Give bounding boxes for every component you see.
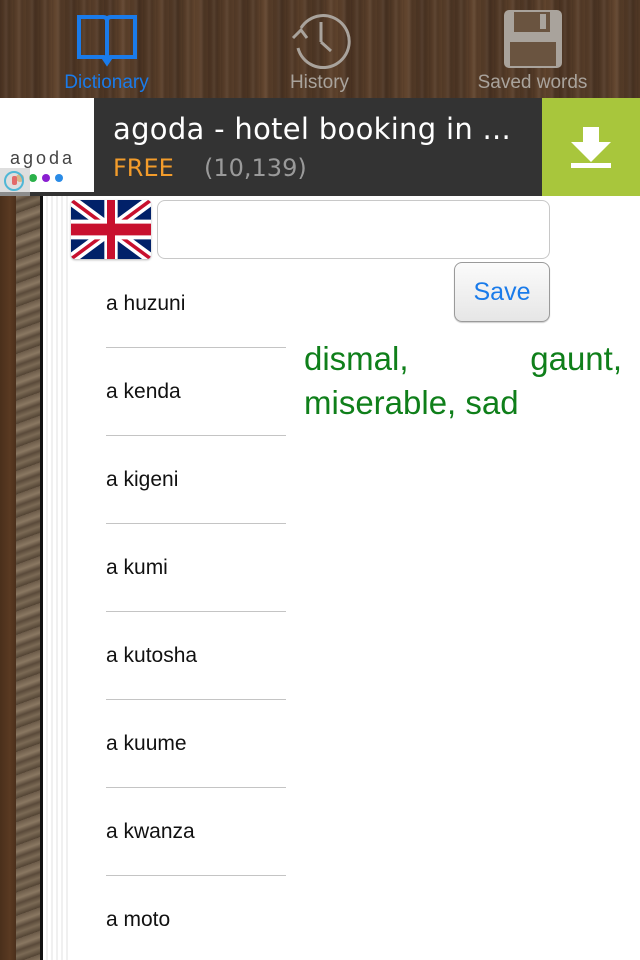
tab-dictionary[interactable]: Dictionary <box>0 0 213 98</box>
save-button[interactable]: Save <box>454 262 550 322</box>
logo-dot <box>29 174 37 182</box>
word-list: a huzuni a kenda a kigeni a kumi a kutos… <box>106 260 286 960</box>
book-icon <box>76 8 138 70</box>
language-flag-uk[interactable] <box>71 200 151 259</box>
ad-price: FREE <box>113 154 174 182</box>
word-list-item[interactable]: a moto <box>106 876 286 960</box>
ad-download-button[interactable] <box>542 98 640 196</box>
ad-choices-icon[interactable] <box>0 168 30 196</box>
logo-dot <box>42 174 50 182</box>
book-page-edges <box>43 196 68 960</box>
word-list-item[interactable]: a kuume <box>106 700 286 788</box>
ad-banner[interactable]: agoda agoda - hotel booking in ... FREE … <box>0 98 640 196</box>
tab-history[interactable]: History <box>213 0 426 98</box>
ad-title: agoda - hotel booking in ... <box>113 112 512 146</box>
word-list-item[interactable]: a huzuni <box>106 260 286 348</box>
floppy-disk-icon <box>502 8 564 70</box>
tab-saved-words-label: Saved words <box>477 72 588 93</box>
history-clock-icon <box>289 8 351 70</box>
tab-saved-words[interactable]: Saved words <box>426 0 639 98</box>
word-list-item[interactable]: a kenda <box>106 348 286 436</box>
tab-dictionary-label: Dictionary <box>64 72 149 93</box>
tab-bar: Dictionary History Saved words <box>0 0 640 98</box>
definition-text: dismal, gaunt, miserable, sad <box>304 340 622 421</box>
download-icon <box>571 127 611 168</box>
wood-frame <box>0 196 40 960</box>
logo-dot <box>55 174 63 182</box>
search-input[interactable] <box>157 200 550 259</box>
ad-rating-count: (10,139) <box>204 154 307 182</box>
ad-brand: agoda <box>10 148 76 168</box>
tab-history-label: History <box>289 72 350 93</box>
word-list-item[interactable]: a kigeni <box>106 436 286 524</box>
word-list-item[interactable]: a kutosha <box>106 612 286 700</box>
word-list-item[interactable]: a kwanza <box>106 788 286 876</box>
word-list-item[interactable]: a kumi <box>106 524 286 612</box>
